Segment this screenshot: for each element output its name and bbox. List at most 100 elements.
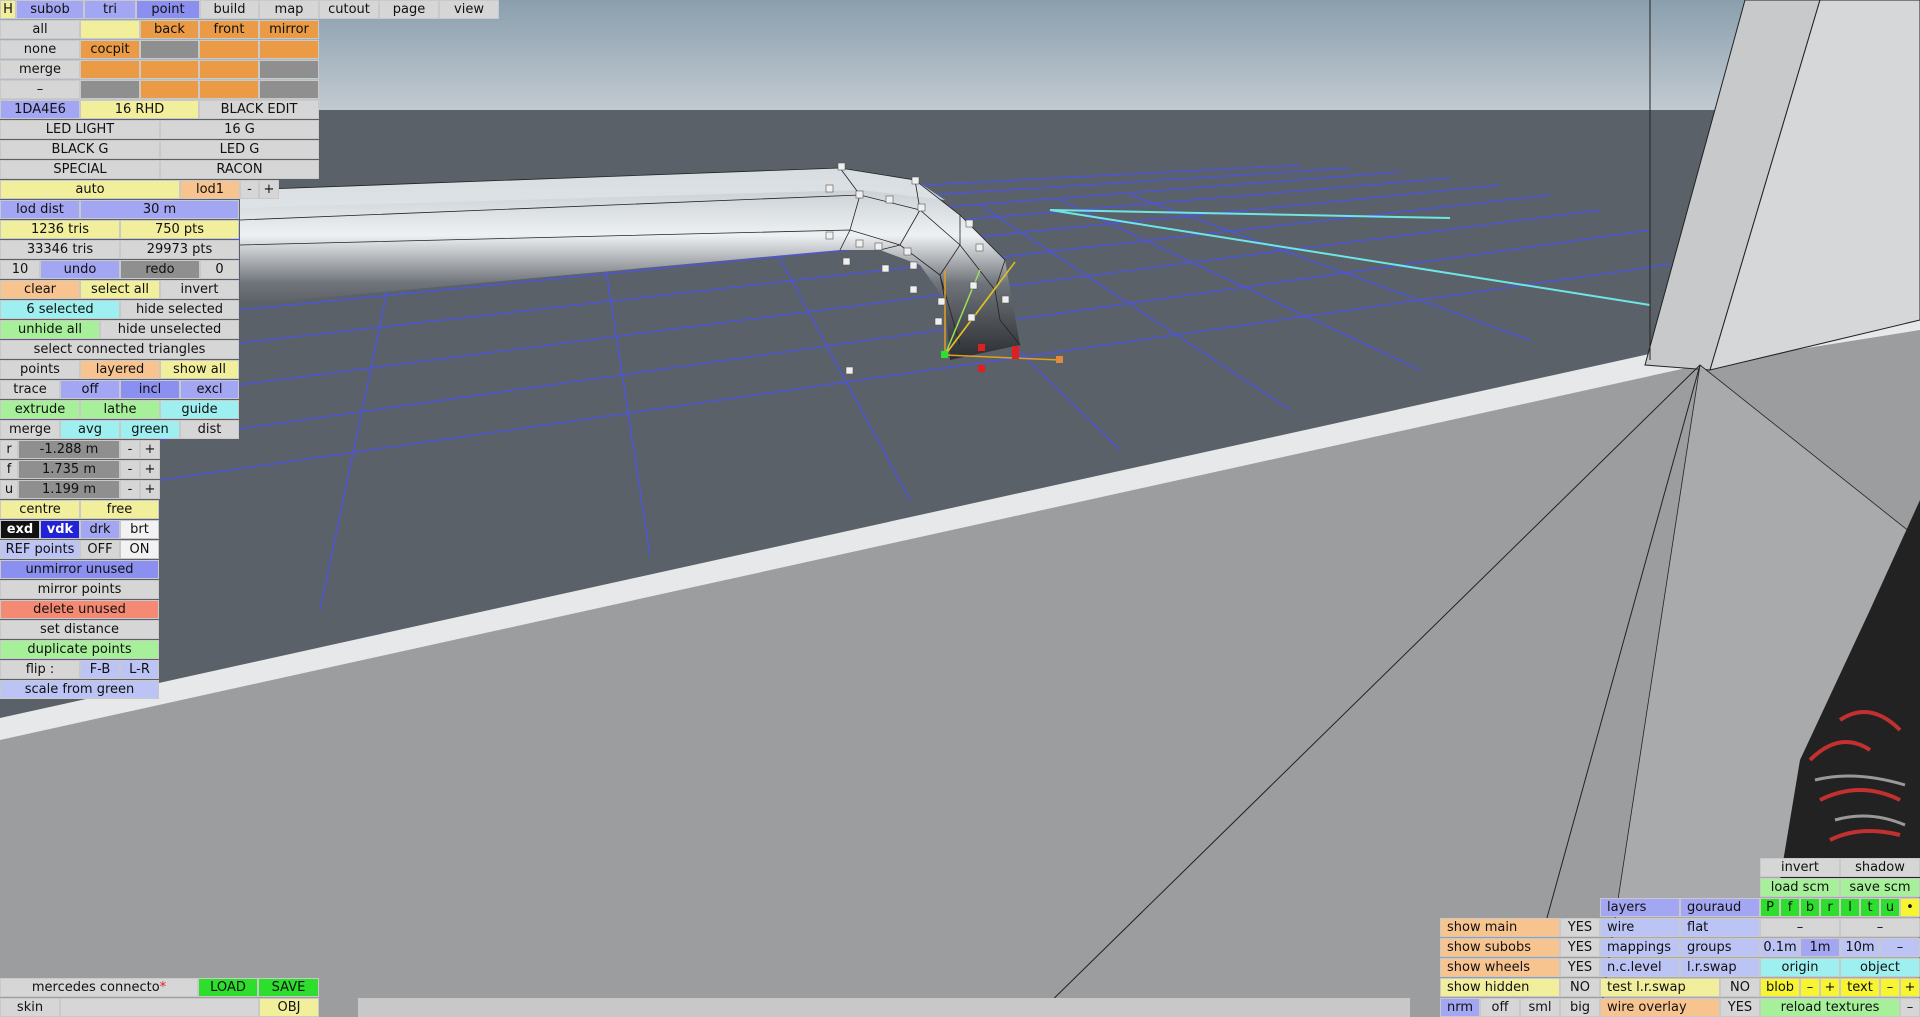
show-hidden-toggle[interactable]: NO (1560, 978, 1600, 997)
merge-group-button[interactable]: merge (0, 60, 80, 79)
material-black-edit-button[interactable]: BLACK EDIT (199, 100, 319, 119)
mappings-button[interactable]: mappings (1600, 938, 1680, 957)
timeline-bar[interactable] (358, 998, 1410, 1017)
blob-minus-button[interactable]: – (1800, 978, 1820, 997)
back-button[interactable]: back (140, 20, 199, 39)
view-t-button[interactable]: t (1860, 898, 1880, 917)
tab-view[interactable]: view (439, 0, 499, 19)
skin-field[interactable] (60, 998, 259, 1017)
tab-tri[interactable]: tri (84, 0, 136, 19)
nc-level-button[interactable]: n.c.level (1600, 958, 1680, 977)
merge-green-button[interactable]: green (120, 420, 180, 439)
merge-dist-button[interactable]: dist (180, 420, 239, 439)
coord-r-plus[interactable]: + (140, 440, 160, 459)
dash-display-button[interactable]: – (1840, 918, 1920, 937)
all-button[interactable]: all (0, 20, 80, 39)
material-led-g-button[interactable]: LED G (160, 140, 319, 159)
shadow-button[interactable]: shadow (1840, 858, 1920, 877)
group-slot[interactable] (80, 20, 140, 39)
text-plus-button[interactable]: + (1900, 978, 1920, 997)
tab-page[interactable]: page (379, 0, 439, 19)
delete-unused-button[interactable]: delete unused (0, 600, 159, 619)
group-slot[interactable] (199, 40, 259, 59)
select-connected-button[interactable]: select connected triangles (0, 340, 239, 359)
lod-minus-button[interactable]: - (240, 180, 259, 199)
centre-button[interactable]: centre (0, 500, 80, 519)
show-main-toggle[interactable]: YES (1560, 918, 1600, 937)
group-slot[interactable] (80, 80, 140, 99)
mirror-button[interactable]: mirror (259, 20, 319, 39)
group-slot[interactable] (80, 60, 140, 79)
wire-button[interactable]: wire (1600, 918, 1680, 937)
coord-f-minus[interactable]: - (120, 460, 140, 479)
object-button[interactable]: object (1840, 958, 1920, 977)
clear-button[interactable]: clear (0, 280, 80, 299)
lod-level[interactable]: lod1 (180, 180, 240, 199)
scale-01m-button[interactable]: 0.1m (1760, 938, 1800, 957)
unmirror-unused-button[interactable]: unmirror unused (0, 560, 159, 579)
scale-dash-button[interactable]: – (1880, 938, 1920, 957)
lod-plus-button[interactable]: + (259, 180, 279, 199)
render-sml-button[interactable]: sml (1520, 998, 1560, 1017)
scale-1m-button[interactable]: 1m (1800, 938, 1840, 957)
merge-avg-button[interactable]: avg (60, 420, 120, 439)
save-button[interactable]: SAVE (258, 978, 319, 997)
points-button[interactable]: points (0, 360, 80, 379)
set-distance-button[interactable]: set distance (0, 620, 159, 639)
ref-off-button[interactable]: OFF (80, 540, 120, 559)
show-wheels-toggle[interactable]: YES (1560, 958, 1600, 977)
coord-u-plus[interactable]: + (140, 480, 160, 499)
flip-fb-button[interactable]: F-B (80, 660, 120, 679)
layers-button[interactable]: layers (1600, 898, 1680, 917)
extrude-button[interactable]: extrude (0, 400, 80, 419)
lathe-button[interactable]: lathe (80, 400, 160, 419)
undo-button[interactable]: undo (40, 260, 120, 279)
flip-lr-button[interactable]: L-R (120, 660, 159, 679)
origin-button[interactable]: origin (1760, 958, 1840, 977)
gouraud-button[interactable]: gouraud (1680, 898, 1760, 917)
merge-points-button[interactable]: merge (0, 420, 60, 439)
obj-button[interactable]: OBJ (259, 998, 319, 1017)
trace-incl-button[interactable]: incl (120, 380, 180, 399)
show-main-label[interactable]: show main (1440, 918, 1560, 937)
duplicate-points-button[interactable]: duplicate points (0, 640, 159, 659)
show-all-button[interactable]: show all (160, 360, 239, 379)
show-subobs-label[interactable]: show subobs (1440, 938, 1560, 957)
view-r-button[interactable]: r (1820, 898, 1840, 917)
text-minus-button[interactable]: – (1880, 978, 1900, 997)
save-scm-button[interactable]: save scm (1840, 878, 1920, 897)
guide-button[interactable]: guide (160, 400, 239, 419)
test-lr-swap-toggle[interactable]: NO (1720, 978, 1760, 997)
free-button[interactable]: free (80, 500, 159, 519)
coord-r-value[interactable]: -1.288 m (18, 440, 120, 459)
redo-button[interactable]: redo (120, 260, 200, 279)
group-slot[interactable] (140, 60, 199, 79)
load-scm-button[interactable]: load scm (1760, 878, 1840, 897)
group-slot[interactable] (259, 40, 319, 59)
material-led-light-button[interactable]: LED LIGHT (0, 120, 160, 139)
coord-u-minus[interactable]: - (120, 480, 140, 499)
coord-u-value[interactable]: 1.199 m (18, 480, 120, 499)
dash-button[interactable]: – (0, 80, 80, 99)
wire-overlay-toggle[interactable]: YES (1720, 998, 1760, 1017)
front-button[interactable]: front (199, 20, 259, 39)
layered-button[interactable]: layered (80, 360, 160, 379)
coord-r-minus[interactable]: - (120, 440, 140, 459)
material-black-g-button[interactable]: BLACK G (0, 140, 160, 159)
unhide-all-button[interactable]: unhide all (0, 320, 100, 339)
cocpit-button[interactable]: cocpit (80, 40, 140, 59)
render-big-button[interactable]: big (1560, 998, 1600, 1017)
test-lr-swap-label[interactable]: test l.r.swap (1600, 978, 1720, 997)
trace-button[interactable]: trace (0, 380, 60, 399)
view-b-button[interactable]: b (1800, 898, 1820, 917)
ref-on-button[interactable]: ON (120, 540, 159, 559)
invert-display-button[interactable]: invert (1760, 858, 1840, 877)
group-slot[interactable] (199, 60, 259, 79)
reload-dash-button[interactable]: – (1900, 998, 1920, 1017)
invert-selection-button[interactable]: invert (160, 280, 239, 299)
reload-textures-button[interactable]: reload textures (1760, 998, 1900, 1017)
view-exd-button[interactable]: exd (0, 520, 40, 539)
view-brt-button[interactable]: brt (120, 520, 159, 539)
mirror-points-button[interactable]: mirror points (0, 580, 159, 599)
lod-dist-value[interactable]: 30 m (80, 200, 239, 219)
